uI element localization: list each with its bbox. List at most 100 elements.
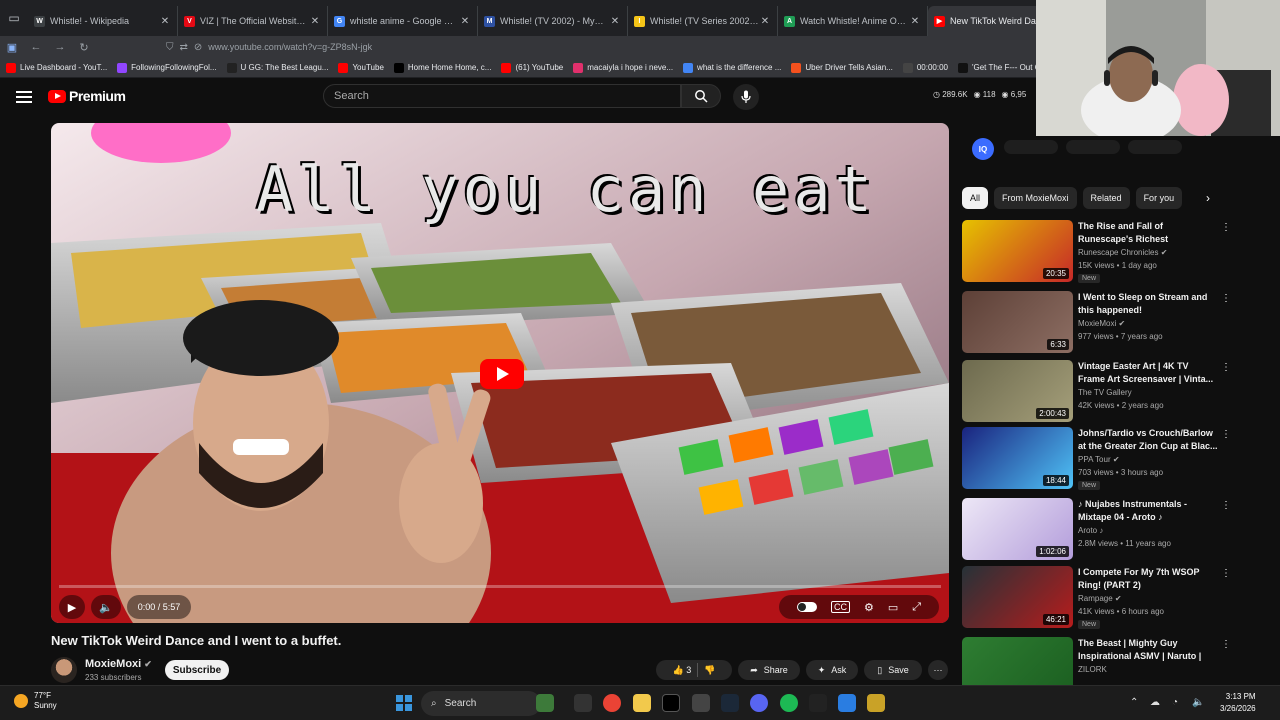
bookmark-item[interactable]: Live Dashboard - YouT...	[6, 62, 107, 73]
filter-chip[interactable]: Related	[1082, 187, 1130, 209]
filter-chip[interactable]: For you	[1135, 187, 1183, 209]
share-button[interactable]: ➦ Share	[738, 660, 800, 680]
channel-name[interactable]: MoxieMoxi ✔	[85, 658, 152, 670]
youtube-logo[interactable]: Premium	[48, 88, 126, 104]
channel-avatar[interactable]	[51, 657, 77, 683]
recommended-channel[interactable]: Runescape Chronicles ✔	[1078, 248, 1167, 257]
video-thumbnail[interactable]: 20:35	[962, 220, 1073, 282]
recommended-video[interactable]: 1:02:06 ♪ Nujabes Instrumentals - Mixtape…	[962, 498, 1272, 562]
sidebar-toggle-icon[interactable]: ▣	[0, 41, 24, 54]
browser-tab[interactable]: A Watch Whistle! Anime Online | A✕	[778, 6, 928, 36]
video-player[interactable]: All you can eat ▶ 🔈 0:00 / 5:57 CC ⚙ ▭ ⤢	[51, 123, 949, 623]
more-options-icon[interactable]: ⋮	[1221, 639, 1231, 650]
voice-search-button[interactable]	[733, 84, 759, 110]
more-actions-button[interactable]: ⋯	[928, 660, 948, 680]
more-options-icon[interactable]: ⋮	[1221, 293, 1231, 304]
video-thumbnail[interactable]: 6:33	[962, 291, 1073, 353]
close-icon[interactable]: ✕	[459, 16, 471, 27]
search-button[interactable]	[681, 84, 721, 108]
chrome-icon[interactable]	[603, 694, 621, 712]
filter-chip[interactable]: All	[962, 187, 989, 209]
wifi-icon[interactable]: ◔	[1172, 697, 1178, 708]
subscribe-button[interactable]: Subscribe	[165, 660, 229, 680]
recommended-title[interactable]: The Rise and Fall of Runescape's Richest…	[1078, 220, 1218, 246]
ask-button[interactable]: ✦ Ask	[806, 660, 858, 680]
autoplay-toggle[interactable]	[796, 602, 817, 612]
bookmark-item[interactable]: YouTube	[338, 62, 384, 73]
chevron-right-icon[interactable]: ›	[1206, 191, 1210, 205]
recommended-video[interactable]: 46:21 I Compete For My 7th WSOP Ring! (PA…	[962, 566, 1272, 630]
recommended-channel[interactable]: Aroto ♪	[1078, 526, 1103, 535]
browser-tab[interactable]: Gwhistle anime - Google Search✕	[328, 6, 478, 36]
recommended-video[interactable]: 6:33 I Went to Sleep on Stream and this h…	[962, 291, 1272, 355]
extension-pill[interactable]	[1128, 140, 1182, 154]
browser-tab[interactable]: M Whistle! (TV 2002) - MyAnimeL✕	[478, 6, 628, 36]
video-thumbnail[interactable]: 1:02:06	[962, 498, 1073, 560]
video-thumbnail[interactable]: 18:44	[962, 427, 1073, 489]
site-settings-icon[interactable]: ⇄	[180, 42, 188, 53]
forward-icon[interactable]: →	[48, 41, 72, 53]
bookmark-item[interactable]: Uber Driver Tells Asian...	[791, 62, 893, 73]
browser-tab[interactable]: V VIZ | The Official Website for W✕	[178, 6, 328, 36]
recommended-title[interactable]: ♪ Nujabes Instrumentals - Mixtape 04 - A…	[1078, 498, 1218, 524]
recommended-channel[interactable]: MoxieMoxi ✔	[1078, 319, 1125, 328]
close-icon[interactable]: ✕	[609, 16, 621, 27]
widgets-icon[interactable]	[536, 694, 554, 712]
more-options-icon[interactable]: ⋮	[1221, 222, 1231, 233]
large-play-button[interactable]	[480, 359, 524, 389]
filter-chip[interactable]: From MoxieMoxi	[994, 187, 1077, 209]
close-icon[interactable]: ✕	[909, 16, 921, 27]
more-options-icon[interactable]: ⋮	[1221, 429, 1231, 440]
app-icon[interactable]	[867, 694, 885, 712]
video-thumbnail[interactable]: 46:21	[962, 566, 1073, 628]
app-icon[interactable]	[809, 694, 827, 712]
bookmark-item[interactable]: U GG: The Best Leagu...	[226, 62, 328, 73]
recommended-channel[interactable]: Rampage ✔	[1078, 594, 1122, 603]
more-options-icon[interactable]: ⋮	[1221, 568, 1231, 579]
bookmark-item[interactable]: macaiyla i hope i neve...	[573, 62, 673, 73]
browser-tab[interactable]: I Whistle! (TV Series 2002–2003)✕	[628, 6, 778, 36]
start-button[interactable]	[396, 695, 412, 711]
menu-icon[interactable]	[16, 88, 32, 104]
spotify-icon[interactable]	[780, 694, 798, 712]
recommended-video[interactable]: 18:44 Johns/Tardio vs Crouch/Barlow at th…	[962, 427, 1272, 491]
app-icon[interactable]	[838, 694, 856, 712]
recommended-video[interactable]: 2:00:43 Vintage Easter Art | 4K TV Frame …	[962, 360, 1272, 424]
recommended-title[interactable]: Vintage Easter Art | 4K TV Frame Art Scr…	[1078, 360, 1218, 386]
play-button[interactable]: ▶	[59, 595, 85, 619]
chevron-up-icon[interactable]: ⌃	[1130, 697, 1138, 708]
save-button[interactable]: ▯ Save	[864, 660, 922, 680]
dislike-icon[interactable]: 👎	[704, 665, 715, 676]
file-explorer-icon[interactable]	[633, 694, 651, 712]
weather-widget[interactable]: 77°F Sunny	[14, 691, 57, 711]
close-icon[interactable]: ✕	[309, 16, 321, 27]
extension-pill[interactable]	[1004, 140, 1058, 154]
bookmark-item[interactable]: FollowingFollowingFol...	[117, 62, 217, 73]
progress-bar[interactable]	[59, 585, 941, 588]
x-app-icon[interactable]	[662, 694, 680, 712]
tab-actions-icon[interactable]: ▭	[0, 0, 28, 36]
video-thumbnail[interactable]: 2:00:43	[962, 360, 1073, 422]
fullscreen-icon[interactable]: ⤢	[912, 601, 921, 614]
extension-badge[interactable]: IQ	[972, 138, 994, 160]
more-options-icon[interactable]: ⋮	[1221, 500, 1231, 511]
close-icon[interactable]: ✕	[759, 16, 771, 27]
steam-icon[interactable]	[721, 694, 739, 712]
recommended-video[interactable]: 20:35 The Rise and Fall of Runescape's Ri…	[962, 220, 1272, 284]
task-view-icon[interactable]	[574, 694, 592, 712]
app-icon[interactable]	[692, 694, 710, 712]
extension-pill[interactable]	[1066, 140, 1120, 154]
like-button[interactable]: 👍 3	[673, 665, 692, 676]
bookmark-item[interactable]: (61) YouTube	[501, 62, 563, 73]
network-icon[interactable]: ☁	[1150, 697, 1160, 708]
close-icon[interactable]: ✕	[159, 16, 171, 27]
recommended-channel[interactable]: ZILORK	[1078, 665, 1107, 674]
bookmark-item[interactable]: 00:00:00	[902, 62, 948, 73]
recommended-channel[interactable]: The TV Gallery	[1078, 388, 1132, 397]
recommended-title[interactable]: I Went to Sleep on Stream and this happe…	[1078, 291, 1218, 317]
recommended-title[interactable]: I Compete For My 7th WSOP Ring! (PART 2)	[1078, 566, 1218, 592]
settings-icon[interactable]: ⚙	[864, 601, 874, 614]
taskbar-search[interactable]: ⌕ Search	[421, 691, 541, 716]
recommended-channel[interactable]: PPA Tour ✔	[1078, 455, 1120, 464]
volume-icon[interactable]: 🔈	[1192, 697, 1204, 708]
